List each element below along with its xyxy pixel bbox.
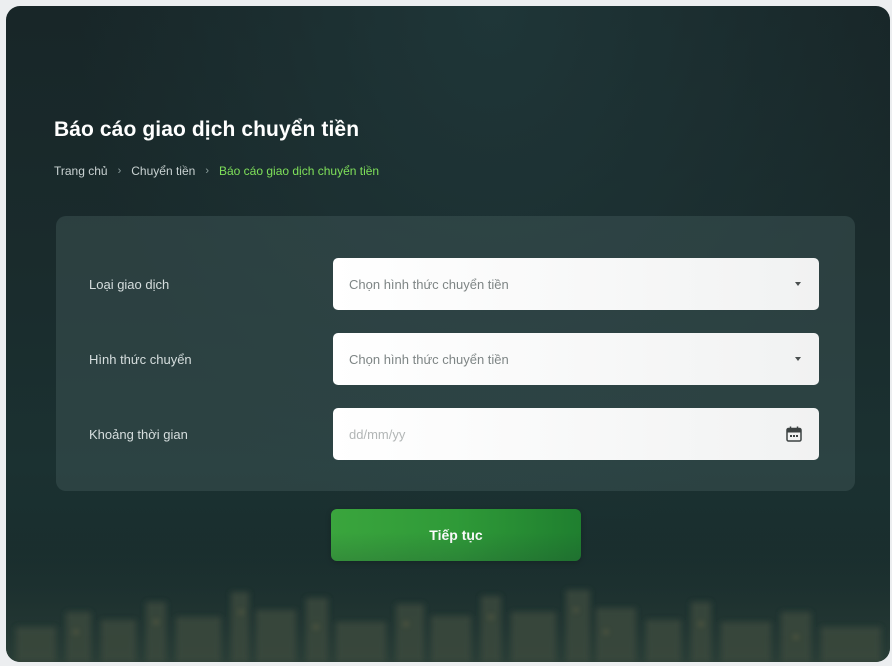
transfer-method-row: Hình thức chuyển Chọn hình thức chuyển t… [56, 333, 855, 385]
transfer-method-select[interactable]: Chọn hình thức chuyển tiền [333, 333, 819, 385]
date-range-label: Khoảng thời gian [89, 426, 188, 442]
continue-button[interactable]: Tiếp tục [331, 509, 581, 561]
transaction-type-label: Loại giao dịch [89, 276, 170, 292]
chevron-down-icon [795, 357, 801, 361]
breadcrumb-current: Báo cáo giao dịch chuyển tiền [218, 164, 380, 178]
breadcrumb-separator-icon: › [205, 165, 209, 177]
date-range-placeholder: dd/mm/yy [349, 426, 406, 442]
transaction-type-select[interactable]: Chọn hình thức chuyển tiền [333, 258, 819, 310]
report-form-panel: Loại giao dịch Chọn hình thức chuyển tiề… [56, 216, 855, 491]
chevron-down-icon [795, 282, 801, 286]
page-title: Báo cáo giao dịch chuyển tiền [54, 118, 360, 141]
transaction-type-row: Loại giao dịch Chọn hình thức chuyển tiề… [56, 258, 855, 310]
transfer-method-placeholder: Chọn hình thức chuyển tiền [349, 351, 509, 367]
breadcrumb-separator-icon: › [117, 165, 122, 177]
transaction-type-placeholder: Chọn hình thức chuyển tiền [349, 276, 509, 292]
breadcrumb-transfer[interactable]: Chuyển tiền [131, 164, 195, 178]
date-range-input[interactable]: dd/mm/yy [333, 408, 819, 460]
calendar-icon[interactable] [785, 425, 803, 443]
app-window: Báo cáo giao dịch chuyển tiền Trang chủ … [6, 6, 890, 662]
date-range-row: Khoảng thời gian dd/mm/yy [56, 408, 855, 460]
breadcrumb-home[interactable]: Trang chủ [54, 164, 108, 178]
transfer-method-label: Hình thức chuyển [89, 351, 192, 367]
breadcrumb: Trang chủ › Chuyển tiền › Báo cáo giao d… [54, 164, 379, 178]
